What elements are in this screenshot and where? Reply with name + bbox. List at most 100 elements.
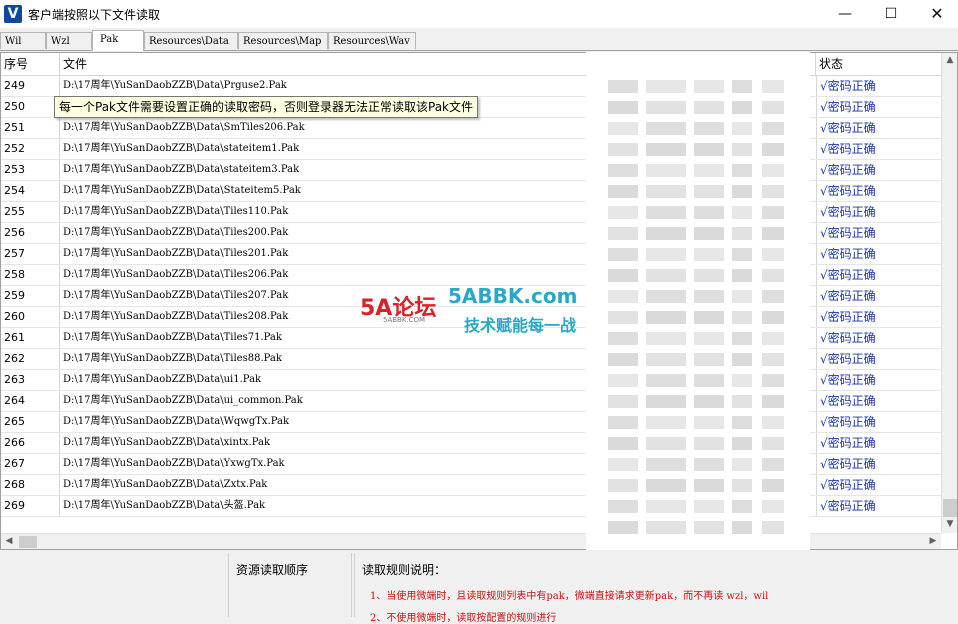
redacted-region	[586, 52, 810, 550]
row-status: √密码正确	[816, 433, 941, 453]
row-index: 269	[1, 496, 60, 516]
redacted-block	[646, 458, 686, 471]
row-status: √密码正确	[816, 454, 941, 474]
redacted-block	[732, 374, 752, 387]
scroll-right-icon[interactable]: ▶	[925, 536, 941, 546]
redacted-block	[762, 479, 784, 492]
row-status: √密码正确	[816, 118, 941, 138]
tab-pak[interactable]: Pak	[92, 30, 144, 51]
vertical-scroll-thumb[interactable]	[943, 499, 957, 517]
watermark-site: 5ABBK.com	[448, 284, 578, 308]
redacted-block	[732, 290, 752, 303]
redacted-block	[608, 206, 638, 219]
redacted-block	[608, 437, 638, 450]
redacted-block	[608, 311, 638, 324]
title-bar: V 客户端按照以下文件读取 — ☐ ✕	[0, 0, 958, 28]
redacted-block	[694, 332, 724, 345]
redacted-block	[762, 164, 784, 177]
redacted-block	[732, 206, 752, 219]
tab-resources-wav[interactable]: Resources\Wav	[328, 32, 416, 49]
redacted-block	[646, 248, 686, 261]
redacted-block	[762, 248, 784, 261]
watermark-logo-sub: 5ABBK.COM	[383, 316, 426, 324]
row-index: 267	[1, 454, 60, 474]
redacted-block	[608, 416, 638, 429]
column-header-index[interactable]: 序号	[1, 53, 60, 75]
row-index: 255	[1, 202, 60, 222]
redacted-block	[646, 290, 686, 303]
redacted-block	[694, 269, 724, 282]
tab-wzl[interactable]: Wzl	[46, 32, 92, 49]
redacted-block	[646, 332, 686, 345]
redacted-block	[694, 311, 724, 324]
row-index: 260	[1, 307, 60, 327]
row-file: D:\17周年\YuSanDaobZZB\Data\Tiles110.Pak	[63, 206, 289, 217]
row-file: D:\17周年\YuSanDaobZZB\Data\stateitem3.Pak	[63, 164, 300, 175]
tab-resources-data[interactable]: Resources\Data	[144, 32, 238, 49]
row-file: D:\17周年\YuSanDaobZZB\Data\头盔.Pak	[63, 500, 266, 511]
redacted-block	[762, 353, 784, 366]
row-status: √密码正确	[816, 328, 941, 348]
redacted-block	[608, 332, 638, 345]
row-index: 265	[1, 412, 60, 432]
redacted-block	[694, 80, 724, 93]
redacted-block	[762, 521, 784, 534]
row-status: √密码正确	[816, 496, 941, 516]
redacted-block	[762, 227, 784, 240]
row-status: √密码正确	[816, 349, 941, 369]
row-index: 259	[1, 286, 60, 306]
close-button[interactable]: ✕	[914, 0, 958, 28]
redacted-block	[646, 185, 686, 198]
row-file: D:\17周年\YuSanDaobZZB\Data\ui_common.Pak	[63, 395, 303, 406]
row-index: 266	[1, 433, 60, 453]
scroll-up-icon[interactable]: ▲	[942, 55, 957, 65]
column-header-status[interactable]: 状态	[816, 53, 941, 75]
redacted-block	[608, 164, 638, 177]
redacted-block	[762, 416, 784, 429]
maximize-button[interactable]: ☐	[868, 0, 914, 28]
row-file: D:\17周年\YuSanDaobZZB\Data\Tiles201.Pak	[63, 248, 289, 259]
row-file: D:\17周年\YuSanDaobZZB\Data\ui1.Pak	[63, 374, 262, 385]
row-index: 257	[1, 244, 60, 264]
redacted-block	[694, 101, 724, 114]
row-file: D:\17周年\YuSanDaobZZB\Data\stateitem1.Pak	[63, 143, 300, 154]
redacted-block	[608, 521, 638, 534]
redacted-block	[694, 458, 724, 471]
redacted-block	[646, 122, 686, 135]
window-title: 客户端按照以下文件读取	[28, 8, 161, 22]
minimize-button[interactable]: —	[822, 0, 868, 28]
tooltip: 每一个Pak文件需要设置正确的读取密码，否则登录器无法正常读取该Pak文件	[54, 96, 479, 118]
row-status: √密码正确	[816, 181, 941, 201]
redacted-block	[646, 416, 686, 429]
horizontal-scroll-thumb[interactable]	[19, 536, 37, 548]
vertical-scrollbar[interactable]: ▲ ▼	[941, 53, 957, 533]
redacted-block	[608, 185, 638, 198]
redacted-block	[646, 500, 686, 513]
redacted-block	[694, 164, 724, 177]
redacted-block	[732, 185, 752, 198]
redacted-block	[694, 374, 724, 387]
tab-strip: Wil Wzl Pak Resources\Data Resources\Map…	[0, 30, 958, 51]
redacted-block	[732, 458, 752, 471]
row-index: 263	[1, 370, 60, 390]
redacted-block	[732, 521, 752, 534]
redacted-block	[762, 143, 784, 156]
tab-wil[interactable]: Wil	[0, 32, 46, 49]
scroll-down-icon[interactable]: ▼	[942, 519, 957, 529]
redacted-block	[694, 248, 724, 261]
row-file: D:\17周年\YuSanDaobZZB\Data\YxwgTx.Pak	[63, 458, 285, 469]
row-status: √密码正确	[816, 370, 941, 390]
scroll-left-icon[interactable]: ◀	[1, 536, 17, 546]
row-index: 253	[1, 160, 60, 180]
row-status: √密码正确	[816, 160, 941, 180]
redacted-block	[694, 416, 724, 429]
redacted-block	[694, 122, 724, 135]
redacted-block	[608, 143, 638, 156]
row-index: 258	[1, 265, 60, 285]
redacted-block	[762, 101, 784, 114]
row-file: D:\17周年\YuSanDaobZZB\Data\SmTiles206.Pak	[63, 122, 305, 133]
redacted-block	[694, 290, 724, 303]
redacted-block	[608, 479, 638, 492]
tab-resources-map[interactable]: Resources\Map	[238, 32, 328, 49]
redacted-block	[646, 353, 686, 366]
